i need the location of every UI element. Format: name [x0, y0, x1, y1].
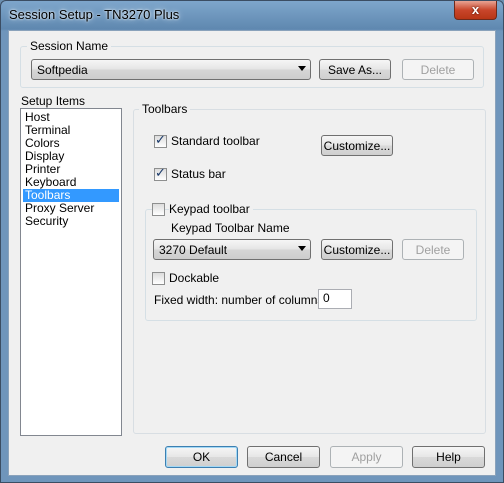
title-bar[interactable]: Session Setup - TN3270 Plus x — [1, 1, 503, 29]
status-bar-label: Status bar — [171, 167, 226, 181]
session-name-value: Softpedia — [37, 63, 88, 77]
status-bar-checkbox[interactable] — [154, 166, 167, 181]
keypad-delete-button[interactable]: Delete — [402, 239, 464, 260]
chevron-down-icon — [298, 246, 306, 251]
window-title: Session Setup - TN3270 Plus — [9, 7, 180, 22]
session-name-combo[interactable]: Softpedia — [31, 59, 311, 80]
setup-items-list[interactable]: Host Terminal Colors Display Printer Key… — [20, 108, 122, 436]
close-icon: x — [471, 2, 480, 17]
fixed-width-input[interactable]: 0 — [318, 289, 352, 309]
dockable-checkbox[interactable] — [152, 272, 165, 285]
chevron-down-icon — [298, 66, 306, 71]
standard-customize-button[interactable]: Customize... — [321, 135, 393, 156]
standard-toolbar-checkbox[interactable] — [154, 133, 167, 148]
session-delete-button[interactable]: Delete — [402, 59, 474, 80]
session-name-group-label: Session Name — [27, 39, 112, 53]
keypad-toolbar-name-label: Keypad Toolbar Name — [171, 221, 290, 235]
keypad-customize-button[interactable]: Customize... — [321, 239, 393, 260]
keypad-toolbar-label: Keypad toolbar — [169, 202, 253, 216]
keypad-toolbar-checkbox[interactable] — [152, 203, 165, 216]
help-button[interactable]: Help — [412, 446, 485, 468]
save-as-button[interactable]: Save As... — [319, 59, 391, 80]
keypad-toolbar-name-value: 3270 Default — [159, 243, 228, 257]
apply-button[interactable]: Apply — [330, 446, 403, 468]
dialog-client-area: Session Name Softpedia Save As... Delete… — [8, 30, 496, 476]
standard-toolbar-label: Standard toolbar — [171, 134, 260, 148]
close-button[interactable]: x — [454, 1, 497, 20]
fixed-width-label: Fixed width: number of columns — [154, 293, 324, 307]
setup-items-label: Setup Items — [21, 94, 86, 108]
toolbars-panel-label: Toolbars — [139, 102, 191, 116]
cancel-button[interactable]: Cancel — [247, 446, 320, 468]
ok-button[interactable]: OK — [165, 446, 238, 468]
dockable-label: Dockable — [169, 271, 220, 285]
session-setup-window: Session Setup - TN3270 Plus x Session Na… — [0, 0, 504, 483]
keypad-toolbar-name-combo[interactable]: 3270 Default — [153, 239, 311, 260]
list-item-security[interactable]: Security — [23, 215, 119, 228]
